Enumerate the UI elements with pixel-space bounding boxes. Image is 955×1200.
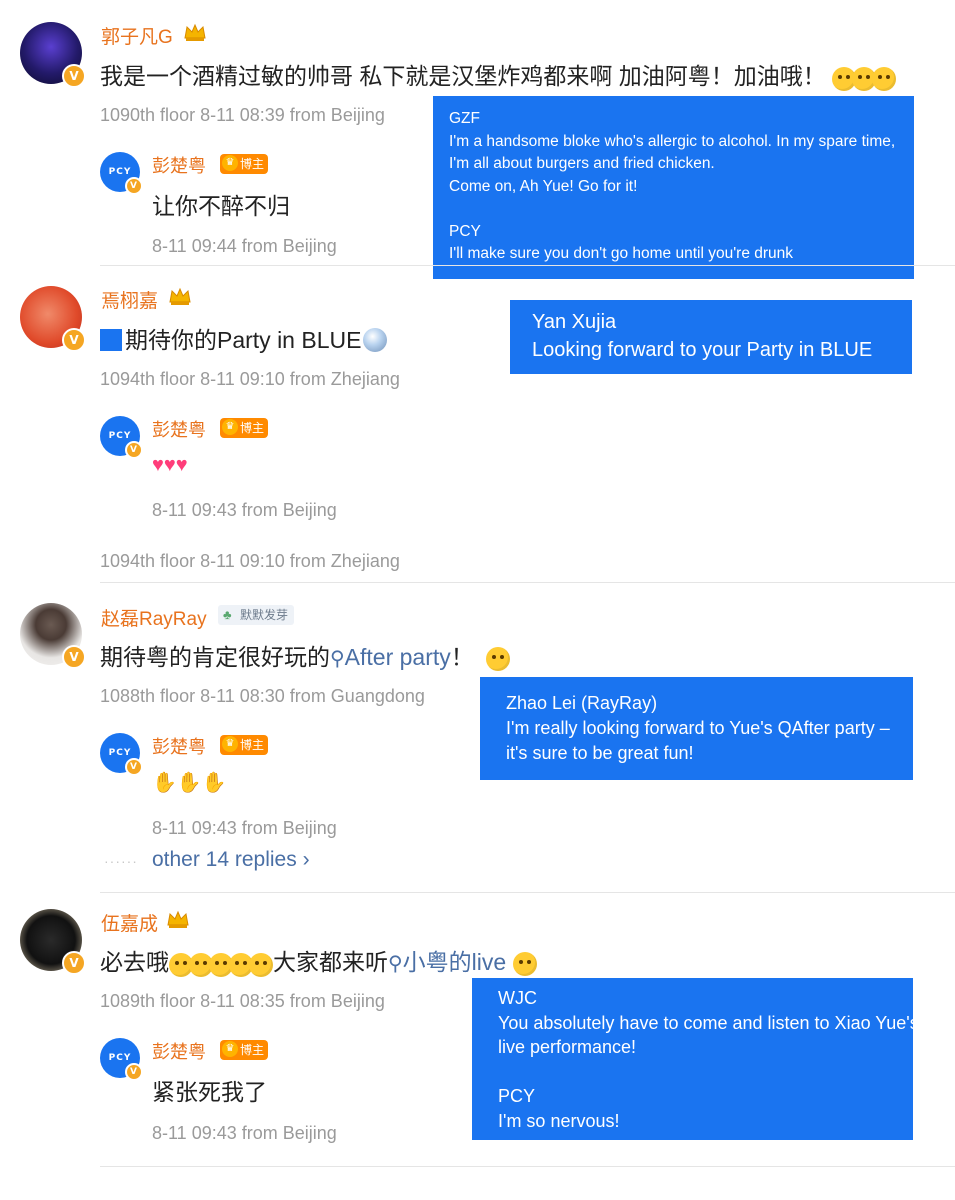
avatar[interactable]: V	[20, 603, 86, 669]
comment-author[interactable]: 郭子凡G	[101, 22, 173, 49]
comment-text-content: 必去哦	[100, 949, 169, 975]
hand-emoji-icon: ✋	[176, 772, 202, 795]
heart-emoji-icon: ♥	[152, 454, 164, 477]
reply-meta: 8-11 09:43 from Beijing	[152, 500, 337, 520]
translation-overlay: Zhao Lei (RayRay) I'm really looking for…	[480, 677, 913, 780]
crown-icon: ♛	[222, 1041, 238, 1057]
comment-text: 期待你的Party in BLUE	[100, 321, 388, 355]
heart-emoji-icon: ♥	[163, 454, 176, 477]
blue-square-emoji-icon	[100, 329, 122, 351]
comment-text: 期待粤的肯定很好玩的⚲After party！	[100, 638, 511, 672]
verified-icon: V	[62, 328, 86, 352]
comment-meta: 1094th floor 8-11 09:10 from Zhejiang	[100, 369, 400, 389]
crown-icon	[169, 287, 191, 305]
translation-overlay: GZF I'm a handsome bloke who's allergic …	[433, 96, 914, 279]
party-emoji-icon	[486, 646, 511, 671]
search-icon: ⚲	[388, 953, 403, 975]
reply-text: ✋✋✋	[152, 768, 227, 795]
divider	[100, 265, 955, 266]
crying-face-emoji-icon	[169, 950, 273, 978]
blogger-badge: ♛ 博主	[220, 1040, 269, 1060]
verified-icon: V	[125, 441, 143, 459]
dizzy-face-emoji-icon	[832, 64, 897, 92]
comment-meta: 1094th floor 8-11 09:10 from Zhejiang	[100, 551, 400, 571]
reply-text: ♥♥♥	[152, 451, 188, 478]
reply-author[interactable]: 彭楚粤	[152, 152, 206, 178]
verified-icon: V	[125, 177, 143, 195]
blogger-badge: ♛ 博主	[220, 735, 269, 755]
avatar[interactable]: PCY V	[100, 1038, 143, 1081]
comment-text: 我是一个酒精过敏的帅哥 私下就是汉堡炸鸡都来啊 加油阿粤！加油哦！	[100, 57, 897, 92]
blogger-badge: ♛ 博主	[220, 154, 269, 174]
sprout-badge: ♣ 默默发芽	[218, 605, 295, 625]
avatar[interactable]: V	[20, 909, 86, 975]
crown-icon	[184, 23, 206, 41]
comment-text-content: 期待你的Party in BLUE	[125, 327, 362, 353]
divider	[100, 582, 955, 583]
reply-author[interactable]: 彭楚粤	[152, 1038, 206, 1064]
disco-ball-emoji-icon	[363, 328, 388, 352]
translation-overlay: WJC You absolutely have to come and list…	[472, 978, 919, 1140]
comment-author[interactable]: 焉栩嘉	[101, 286, 158, 313]
comment-author[interactable]: 伍嘉成	[101, 909, 158, 936]
heart-emoji-icon: ♥	[175, 454, 188, 477]
reply-author[interactable]: 彭楚粤	[152, 733, 206, 759]
hand-emoji-icon: ✋	[152, 772, 177, 795]
translation-overlay: Yan Xujia Looking forward to your Party …	[510, 300, 912, 374]
comment-text: 必去哦 大家都来听⚲小粤的live	[100, 943, 537, 978]
crown-icon	[167, 910, 189, 928]
comment-meta: 1090th floor 8-11 08:39 from Beijing	[100, 105, 385, 125]
reply-text: 让你不醉不归	[152, 193, 290, 219]
comment-text-content: 我是一个酒精过敏的帅哥 私下就是汉堡炸鸡都来啊 加油阿粤！加油哦！	[100, 63, 826, 89]
comment-meta: 1089th floor 8-11 08:35 from Beijing	[100, 991, 385, 1011]
verified-icon: V	[62, 951, 86, 975]
search-icon: ⚲	[330, 648, 345, 670]
topic-link[interactable]: ⚲小粤的live	[388, 949, 506, 975]
sprout-icon: ♣	[223, 607, 232, 622]
verified-icon: V	[125, 1063, 143, 1081]
avatar[interactable]: PCY V	[100, 152, 143, 195]
reply-meta: 8-11 09:43 from Beijing	[152, 818, 337, 838]
topic-link[interactable]: ⚲After party	[330, 644, 451, 670]
more-replies-link[interactable]: ······ other 14 replies ›	[104, 848, 310, 872]
divider	[100, 892, 955, 893]
comment-author[interactable]: 赵磊RayRay	[101, 604, 207, 631]
divider	[100, 1166, 955, 1167]
avatar[interactable]: PCY V	[100, 416, 143, 459]
verified-icon: V	[62, 645, 86, 669]
avatar[interactable]: PCY V	[100, 733, 143, 776]
crown-icon: ♛	[222, 155, 238, 171]
verified-icon: V	[62, 64, 86, 88]
crown-icon: ♛	[222, 419, 238, 435]
comment-text-content: 期待粤的肯定很好玩的	[100, 644, 330, 670]
avatar[interactable]: V	[20, 22, 86, 88]
reply-meta: 8-11 09:44 from Beijing	[152, 236, 337, 256]
hand-emoji-icon: ✋	[201, 772, 227, 795]
smiling-face-emoji-icon	[512, 951, 537, 976]
reply-meta: 8-11 09:43 from Beijing	[152, 1123, 337, 1143]
blogger-badge: ♛ 博主	[220, 418, 269, 438]
reply-author[interactable]: 彭楚粤	[152, 416, 206, 442]
verified-icon: V	[125, 758, 143, 776]
crown-icon: ♛	[222, 736, 238, 752]
comment-meta: 1088th floor 8-11 08:30 from Guangdong	[100, 686, 425, 706]
reply-text: 紧张死我了	[152, 1079, 267, 1105]
avatar[interactable]: V	[20, 286, 86, 352]
